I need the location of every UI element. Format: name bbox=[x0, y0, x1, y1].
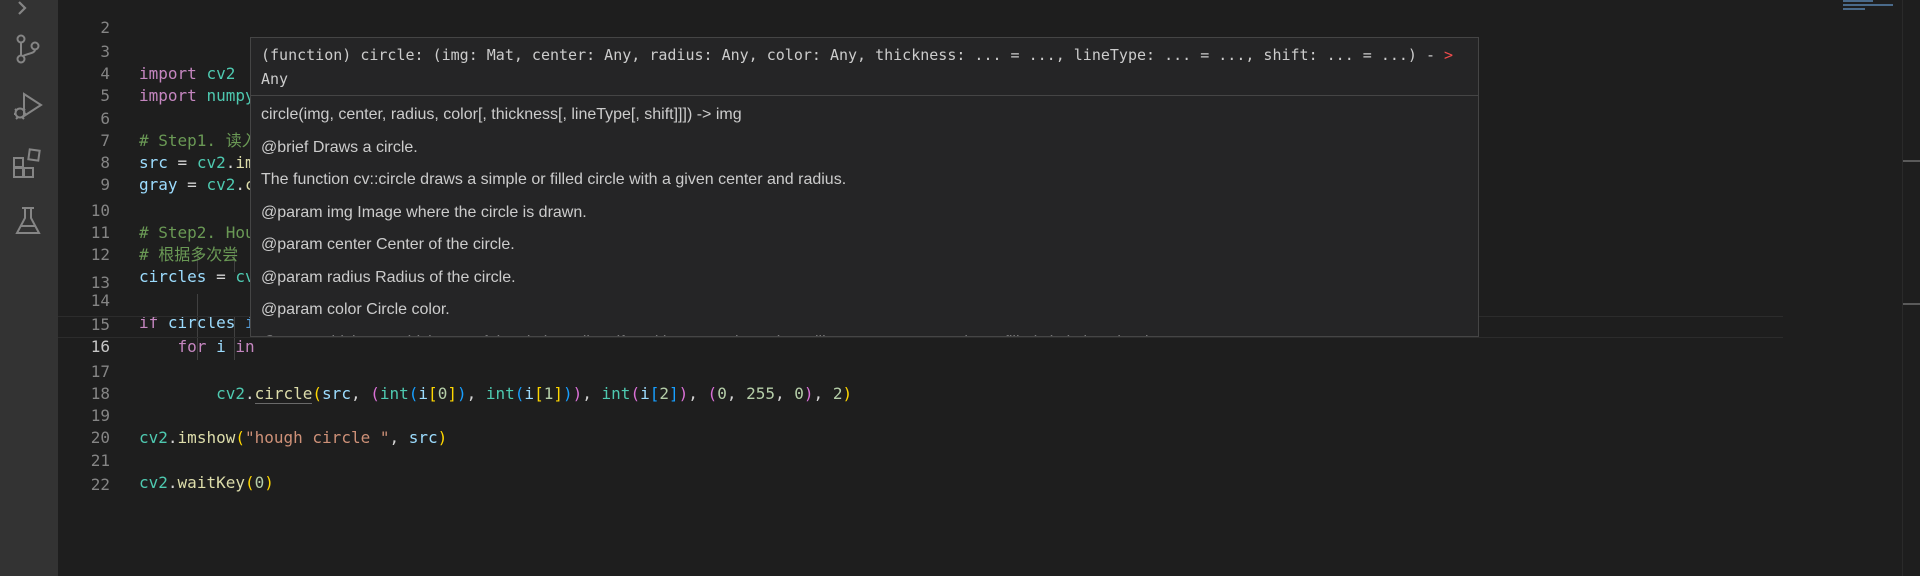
line-number: 22 bbox=[90, 475, 110, 494]
code-line: 19 cv2.imshow("hough circle ", src) bbox=[58, 383, 1783, 447]
doc-line: @param img Image where the circle is dra… bbox=[261, 203, 587, 221]
code-line: 21 cv2.waitKey(0) bbox=[58, 428, 1783, 492]
doc-line: @brief Draws a circle. bbox=[261, 138, 418, 156]
doc-line: @param radius Radius of the circle. bbox=[261, 268, 516, 286]
extensions-icon[interactable] bbox=[11, 147, 45, 181]
return-arrow: > bbox=[1444, 46, 1454, 64]
run-debug-icon[interactable] bbox=[11, 89, 45, 123]
signature-text: (function) circle: (img: Mat, center: An… bbox=[261, 46, 1435, 64]
hover-tooltip: (function) circle: (img: Mat, center: An… bbox=[250, 37, 1479, 337]
minimap[interactable] bbox=[1843, 0, 1903, 20]
doc-line: circle(img, center, radius, color[, thic… bbox=[261, 106, 742, 123]
source-control-icon[interactable] bbox=[11, 32, 45, 66]
doc-line: @param color Circle color. bbox=[261, 301, 450, 318]
explorer-icon[interactable] bbox=[11, 0, 45, 20]
code-line: 20 bbox=[58, 405, 1783, 447]
docstring: circle(img, center, radius, color[, thic… bbox=[251, 96, 1478, 337]
code-line: 17 cv2.circle(src, (int(i[0]), int(i[1])… bbox=[58, 339, 1783, 404]
testing-icon[interactable] bbox=[11, 204, 45, 238]
doc-line: @param center Center of the circle. bbox=[261, 236, 515, 253]
code-line: 18 bbox=[58, 361, 1783, 403]
vertical-scrollbar[interactable] bbox=[1902, 0, 1920, 576]
code-line: 2 bbox=[58, 0, 1783, 37]
activity-bar bbox=[0, 0, 58, 576]
doc-line: The function cv::circle draws a simple o… bbox=[261, 171, 847, 188]
code-text: cv2.waitKey(0) bbox=[139, 473, 274, 492]
code-line: 22 bbox=[58, 452, 1783, 494]
doc-line: @param thickness Thickness of the circle… bbox=[261, 327, 1468, 337]
signature-return: Any bbox=[261, 70, 289, 88]
function-signature: (function) circle: (img: Mat, center: An… bbox=[251, 38, 1478, 96]
